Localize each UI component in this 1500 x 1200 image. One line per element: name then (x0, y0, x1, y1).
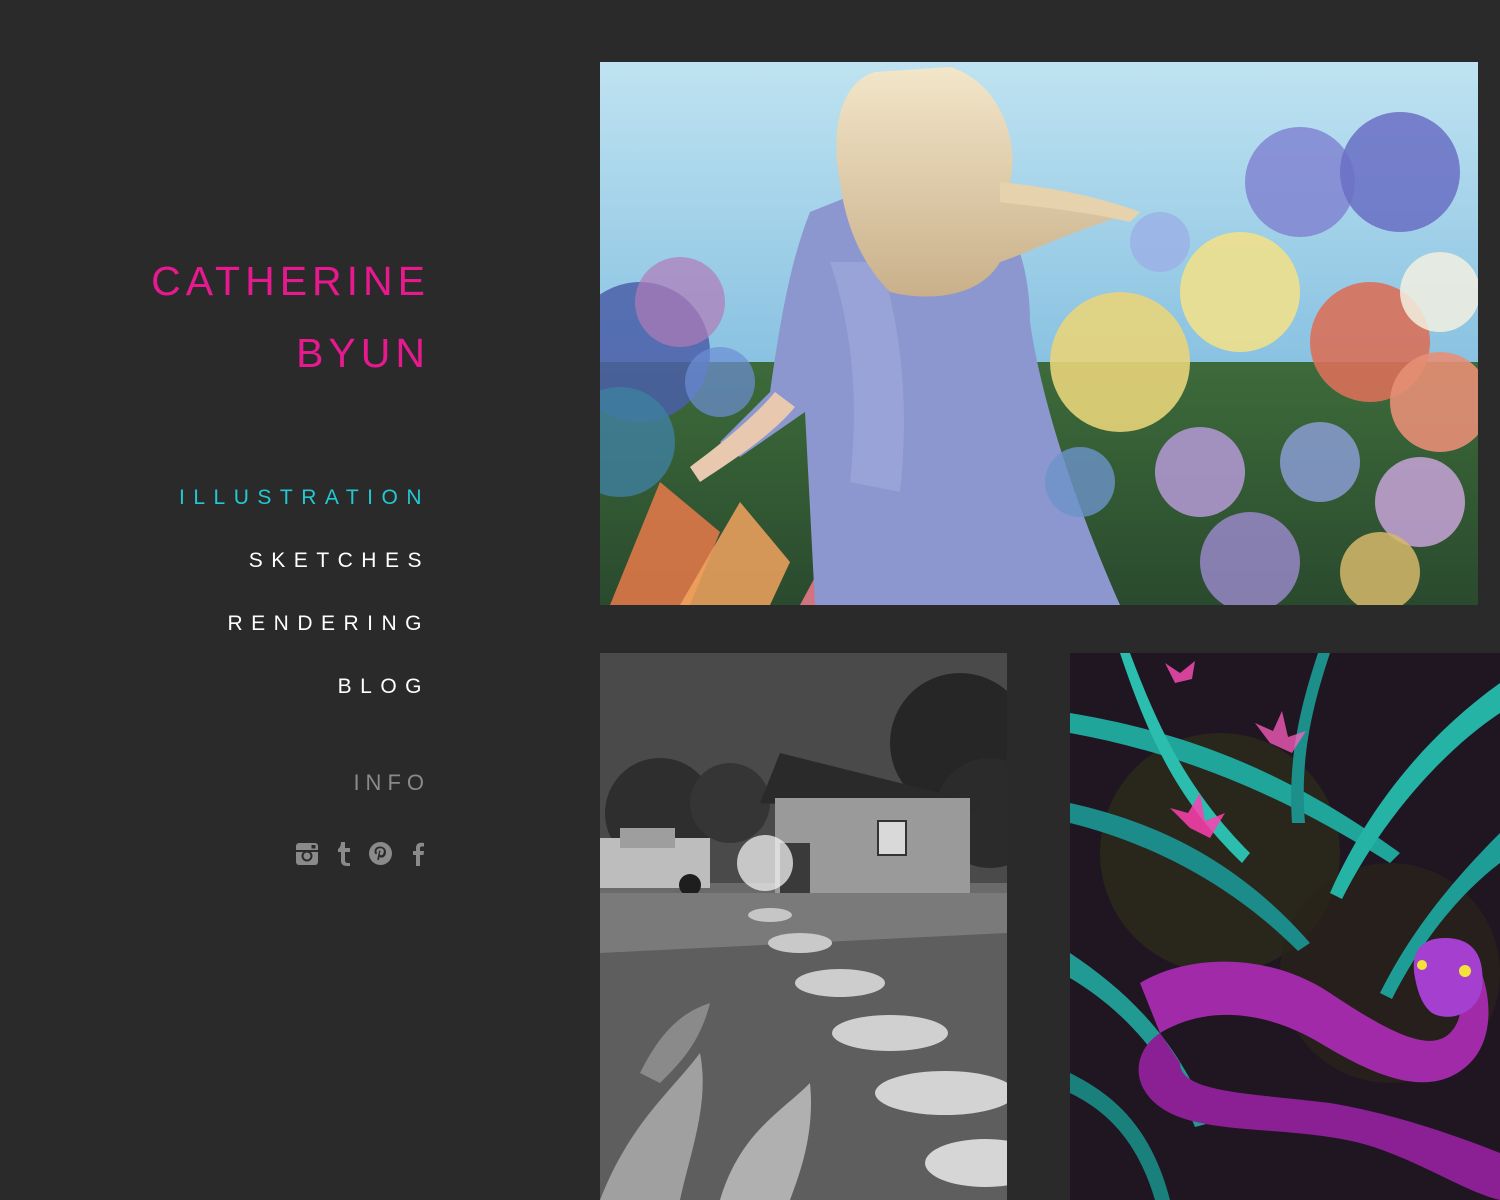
nav-item-illustration[interactable]: ILLUSTRATION (179, 466, 430, 529)
facebook-icon[interactable] (405, 840, 430, 867)
pinterest-icon[interactable] (368, 840, 393, 867)
gallery-thumb-garden[interactable] (600, 62, 1478, 605)
nav-item-sketches[interactable]: SKETCHES (179, 529, 430, 592)
site-title-line1: CATHERINE (151, 258, 430, 304)
page: CATHERINE BYUN ILLUSTRATION SKETCHES REN… (0, 0, 1500, 1200)
garden-illustration (600, 62, 1478, 605)
site-title-line2: BYUN (296, 330, 430, 376)
nav-item-rendering[interactable]: RENDERING (179, 592, 430, 655)
social-links (294, 840, 430, 867)
sidebar: CATHERINE BYUN ILLUSTRATION SKETCHES REN… (0, 0, 430, 1200)
nav-item-blog[interactable]: BLOG (179, 655, 430, 718)
instagram-icon[interactable] (294, 840, 319, 867)
site-title[interactable]: CATHERINE BYUN (151, 245, 430, 389)
house-illustration (600, 653, 1007, 1200)
snake-illustration (1070, 653, 1500, 1200)
gallery-thumb-house[interactable] (600, 653, 1007, 1200)
main-nav: ILLUSTRATION SKETCHES RENDERING BLOG (179, 466, 430, 718)
info-link[interactable]: INFO (353, 770, 430, 796)
tumblr-icon[interactable] (331, 840, 356, 867)
gallery-thumb-snake[interactable] (1070, 653, 1500, 1200)
